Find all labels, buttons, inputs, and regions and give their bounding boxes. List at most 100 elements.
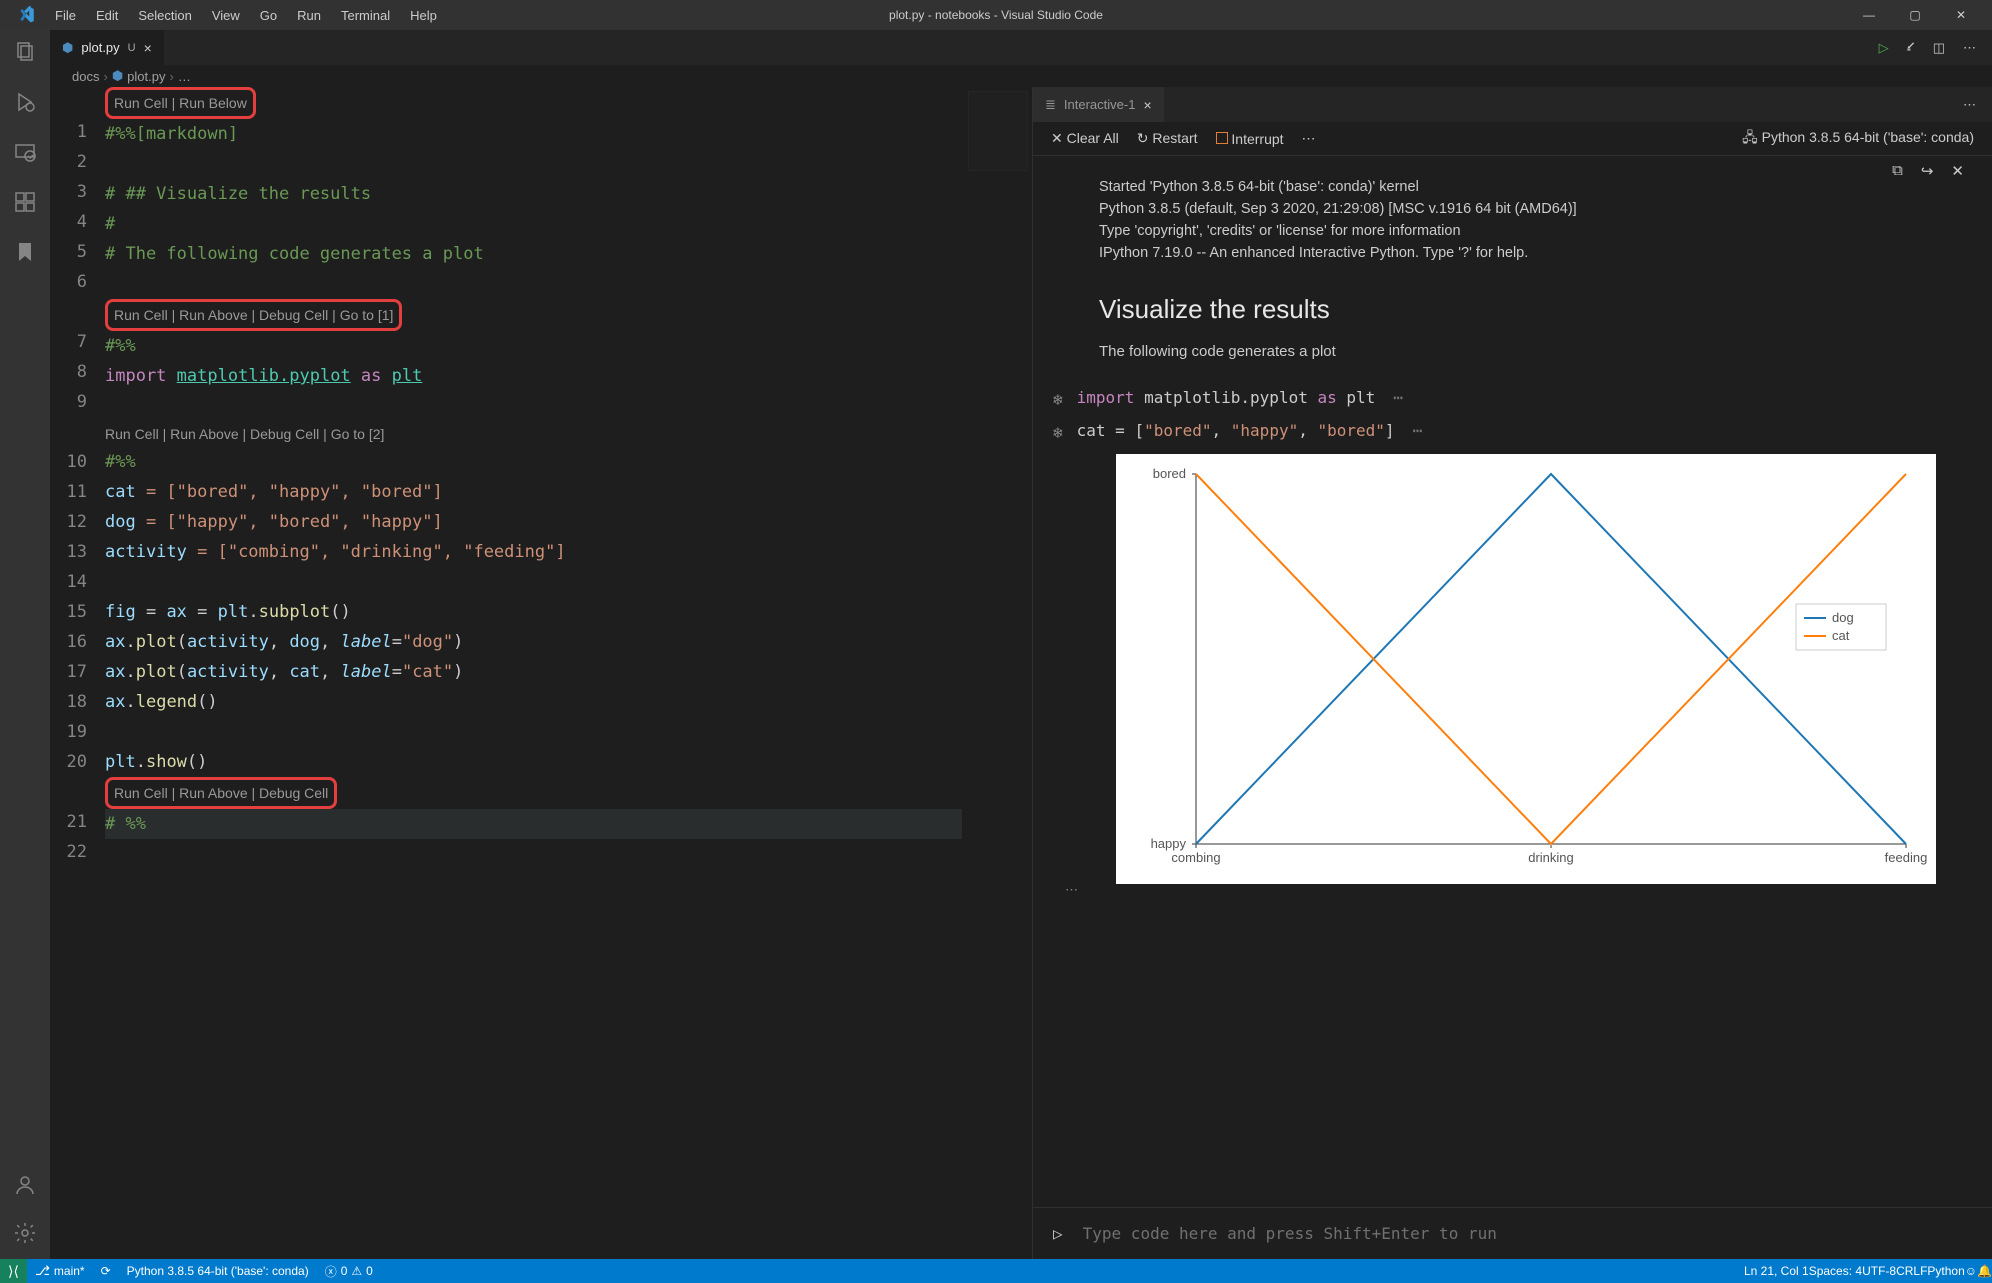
code-line: activity = ["combing", "drinking", "feed…: [105, 537, 962, 567]
window-title: plot.py - notebooks - Visual Studio Code: [889, 8, 1103, 22]
code-line: # %%: [105, 809, 962, 839]
extensions-icon[interactable]: [11, 188, 39, 216]
breadcrumb[interactable]: docs › ⬢ plot.py › …: [50, 65, 1992, 87]
svg-text:drinking: drinking: [1528, 850, 1574, 865]
restart-button[interactable]: ↻ Restart: [1137, 130, 1198, 147]
svg-text:bored: bored: [1152, 466, 1185, 481]
code-line: ax.plot(activity, cat, label="cat"): [105, 657, 962, 687]
executed-cell[interactable]: ❄ cat = ["bored", "happy", "bored"]⋯: [1053, 421, 1962, 442]
kernel-selector[interactable]: 🖧 Python 3.8.5 64-bit ('base': conda): [1742, 127, 1974, 151]
status-eol[interactable]: CRLF: [1896, 1264, 1927, 1278]
status-language[interactable]: Python: [1927, 1264, 1964, 1278]
breadcrumb-item[interactable]: docs: [72, 69, 99, 84]
code-line: #%%: [105, 452, 136, 472]
svg-text:feeding: feeding: [1884, 850, 1927, 865]
svg-text:happy: happy: [1150, 836, 1186, 851]
run-debug-icon[interactable]: [11, 88, 39, 116]
git-branch[interactable]: ⎇ main*: [27, 1259, 93, 1283]
codelens-run-cell[interactable]: Run Cell | Run Below: [105, 87, 256, 119]
settings-gear-icon[interactable]: [11, 1219, 39, 1247]
code-line: ax.legend(): [105, 687, 962, 717]
code-line: ax.plot(activity, dog, label="dog"): [105, 627, 962, 657]
interactive-pane: ≣ Interactive-1 × ⋯ ✕ Clear All ↻ Restar…: [1032, 87, 1992, 1259]
executed-cell[interactable]: ❄ import matplotlib.pyplot as plt⋯: [1053, 388, 1962, 409]
status-encoding[interactable]: UTF-8: [1862, 1264, 1896, 1278]
title-bar: File Edit Selection View Go Run Terminal…: [0, 0, 1992, 30]
minimap[interactable]: [968, 91, 1028, 171]
plot-more-icon[interactable]: ⋯: [1065, 882, 1078, 897]
feedback-icon[interactable]: ☺: [1965, 1264, 1977, 1278]
interrupt-button[interactable]: Interrupt: [1216, 131, 1284, 147]
clear-all-button[interactable]: ✕ Clear All: [1051, 130, 1119, 147]
tab-close-icon[interactable]: ×: [1143, 97, 1151, 113]
codelens-run-cell[interactable]: Run Cell | Run Above | Debug Cell: [105, 777, 337, 809]
menu-go[interactable]: Go: [251, 4, 286, 27]
menu-help[interactable]: Help: [401, 4, 446, 27]
collapse-icon[interactable]: ❄: [1053, 390, 1063, 409]
run-icon[interactable]: ▷: [1879, 40, 1889, 56]
tab-modified-indicator: U: [128, 42, 136, 54]
bookmark-icon[interactable]: [11, 238, 39, 266]
menu-run[interactable]: Run: [288, 4, 330, 27]
python-file-icon: ⬢: [112, 68, 123, 84]
execute-icon[interactable]: ▷: [1053, 1224, 1063, 1243]
git-compare-icon[interactable]: ⭹: [1907, 37, 1915, 59]
python-file-icon: ⬢: [62, 40, 73, 56]
status-interpreter[interactable]: Python 3.8.5 64-bit ('base': conda): [119, 1259, 317, 1283]
more-actions-icon[interactable]: ⋯: [1963, 97, 1976, 113]
status-spaces[interactable]: Spaces: 4: [1809, 1264, 1862, 1278]
breadcrumb-item[interactable]: plot.py: [127, 69, 165, 84]
vscode-logo-icon: [18, 6, 36, 24]
tab-interactive[interactable]: ≣ Interactive-1 ×: [1033, 87, 1165, 122]
split-editor-icon[interactable]: ◫: [1933, 40, 1945, 56]
explorer-icon[interactable]: [11, 38, 39, 66]
code-line: #: [105, 214, 115, 234]
interactive-icon: ≣: [1045, 97, 1056, 113]
more-actions-icon[interactable]: ⋯: [1963, 40, 1976, 56]
menu-view[interactable]: View: [203, 4, 249, 27]
tab-close-icon[interactable]: ×: [144, 40, 152, 56]
goto-code-icon[interactable]: ↪: [1921, 162, 1934, 180]
kernel-info: Started 'Python 3.8.5 64-bit ('base': co…: [1099, 176, 1962, 264]
sync-icon[interactable]: ⟳: [93, 1259, 119, 1283]
input-placeholder: Type code here and press Shift+Enter to …: [1083, 1224, 1497, 1243]
matplotlib-chart: bored happycombing drinking feeding dog cat: [1116, 454, 1936, 884]
plot-output: ⋯ boredhappycombingdrinkingfeedingdogcat: [1099, 454, 1962, 888]
copy-icon[interactable]: ⧉: [1892, 162, 1903, 180]
breadcrumb-item[interactable]: …: [178, 69, 191, 84]
code-editor[interactable]: 123456 789 1011121314151617181920 2122 R…: [50, 87, 1032, 1259]
code-line: # The following code generates a plot: [105, 244, 484, 264]
markdown-output: Visualize the results The following code…: [1099, 294, 1962, 360]
remote-indicator[interactable]: ⟩⟨: [0, 1259, 27, 1283]
codelens-run-cell[interactable]: Run Cell | Run Above | Debug Cell | Go t…: [105, 421, 962, 447]
status-bar: ⟩⟨ ⎇ main* ⟳ Python 3.8.5 64-bit ('base'…: [0, 1259, 1992, 1283]
status-cursor[interactable]: Ln 21, Col 1: [1744, 1264, 1809, 1278]
minimize-button[interactable]: —: [1846, 0, 1892, 30]
close-button[interactable]: ✕: [1938, 0, 1984, 30]
svg-text:combing: combing: [1171, 850, 1220, 865]
status-problems[interactable]: ⓧ 0 ⚠ 0: [317, 1259, 381, 1283]
tab-label: plot.py: [81, 40, 119, 55]
menu-edit[interactable]: Edit: [87, 4, 127, 27]
notifications-icon[interactable]: 🔔: [1977, 1264, 1992, 1278]
menu-file[interactable]: File: [46, 4, 85, 27]
account-icon[interactable]: [11, 1171, 39, 1199]
interactive-toolbar: ✕ Clear All ↻ Restart Interrupt ⋯ 🖧 Pyth…: [1033, 122, 1992, 156]
tab-plot-py[interactable]: ⬢ plot.py U ×: [50, 30, 165, 65]
collapse-icon[interactable]: ❄: [1053, 423, 1063, 442]
menu-selection[interactable]: Selection: [129, 4, 200, 27]
remote-explorer-icon[interactable]: [11, 138, 39, 166]
main-menu: File Edit Selection View Go Run Terminal…: [46, 4, 446, 27]
code-line: cat = ["bored", "happy", "bored"]: [105, 477, 962, 507]
interactive-input[interactable]: ▷ Type code here and press Shift+Enter t…: [1033, 1207, 1992, 1259]
code-line: #%%[markdown]: [105, 124, 238, 144]
code-line: fig = ax = plt.subplot(): [105, 597, 962, 627]
menu-terminal[interactable]: Terminal: [332, 4, 399, 27]
codelens-run-cell[interactable]: Run Cell | Run Above | Debug Cell | Go t…: [105, 299, 402, 331]
maximize-button[interactable]: ▢: [1892, 0, 1938, 30]
delete-cell-icon[interactable]: ✕: [1951, 162, 1964, 180]
svg-text:dog: dog: [1832, 610, 1854, 625]
code-lines[interactable]: Run Cell | Run Below #%%[markdown] # ## …: [105, 87, 1032, 1259]
svg-text:cat: cat: [1832, 628, 1850, 643]
more-icon[interactable]: ⋯: [1302, 130, 1316, 147]
